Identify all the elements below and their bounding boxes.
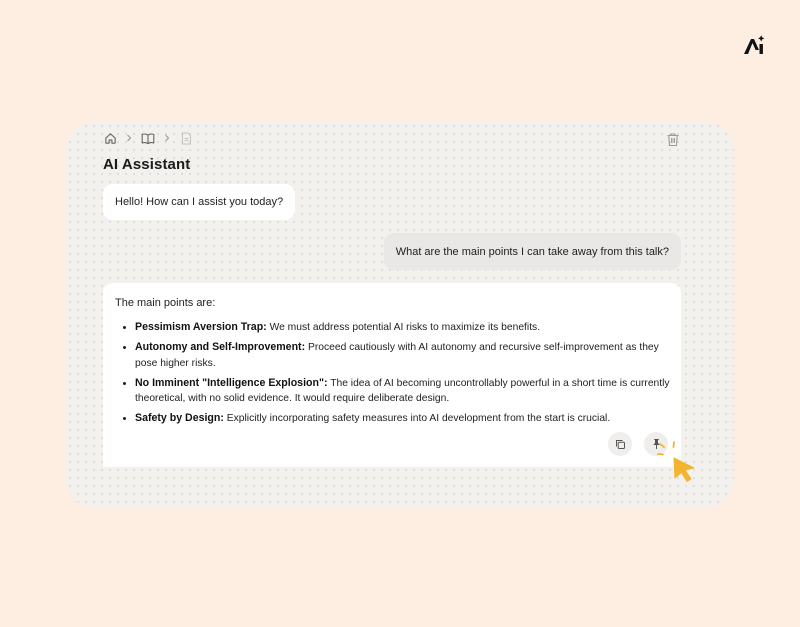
list-item: Autonomy and Self-Improvement: Proceed c… (135, 340, 680, 371)
point-text: We must address potential AI risks to ma… (266, 322, 541, 333)
list-item: Pessimism Aversion Trap: We must address… (135, 320, 680, 336)
assistant-message: Hello! How can I assist you today? (103, 184, 296, 220)
document-icon[interactable] (179, 131, 193, 145)
mouse-cursor-icon (657, 441, 695, 482)
list-item: Safety by Design: Explicitly incorporati… (135, 411, 680, 427)
point-title: Autonomy and Self-Improvement: (135, 341, 306, 353)
chevron-right-icon (124, 133, 134, 143)
trash-icon[interactable] (666, 132, 680, 147)
point-title: Safety by Design: (135, 412, 224, 424)
assistant-message-text: Hello! How can I assist you today? (115, 196, 284, 208)
answer-points-list: Pessimism Aversion Trap: We must address… (115, 320, 680, 431)
chat-panel: AI Assistant Hello! How can I assist you… (66, 122, 734, 507)
point-title: Pessimism Aversion Trap: (135, 321, 267, 333)
list-item: No Imminent "Intelligence Explosion": Th… (135, 376, 680, 407)
answer-intro: The main points are: (115, 297, 216, 309)
book-icon[interactable] (141, 131, 155, 145)
user-message-text: What are the main points I can take away… (395, 245, 669, 258)
breadcrumb (103, 131, 193, 145)
assistant-answer: The main points are: Pessimism Aversion … (103, 283, 681, 467)
brand-logo-icon (744, 35, 765, 54)
copy-icon (615, 439, 625, 449)
page-title: AI Assistant (103, 156, 191, 173)
point-text: Explicitly incorporating safety measures… (223, 413, 611, 424)
point-title: No Imminent "Intelligence Explosion": (135, 376, 328, 389)
home-icon[interactable] (103, 131, 117, 145)
chevron-right-icon (162, 133, 172, 143)
user-message: What are the main points I can take away… (383, 233, 681, 270)
copy-button[interactable] (608, 432, 632, 456)
